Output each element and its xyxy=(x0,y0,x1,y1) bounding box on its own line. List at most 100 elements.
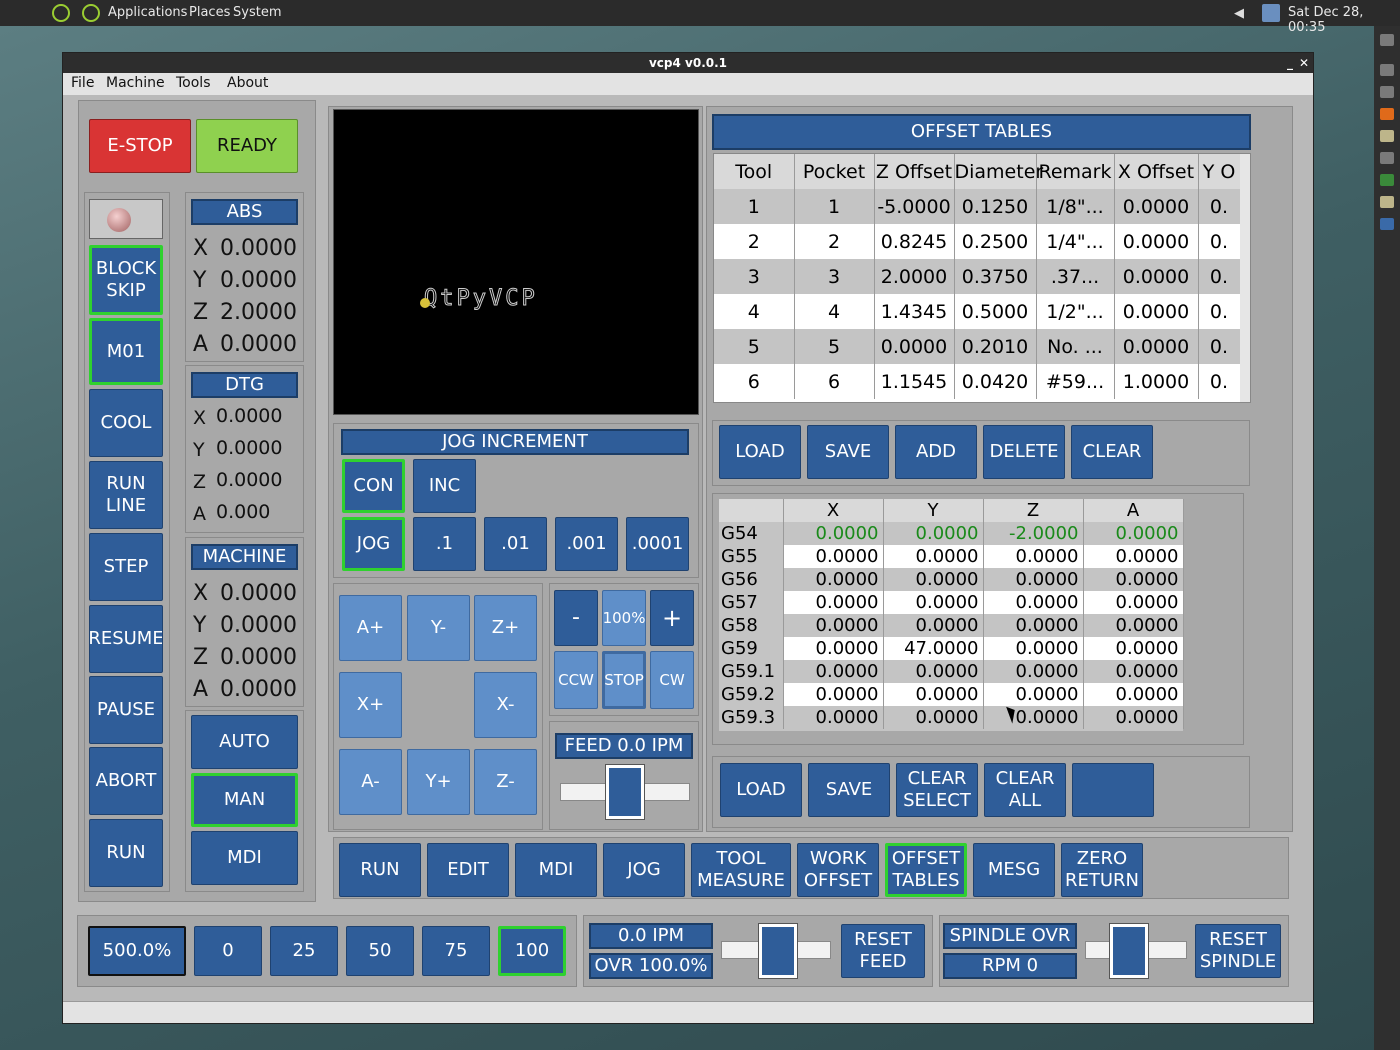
offset-clear-select-button[interactable]: CLEAR SELECT xyxy=(896,763,978,817)
work-offset-cell[interactable]: 0.0000 xyxy=(983,545,1084,568)
work-offset-row[interactable]: G59 0.0000 47.0000 0.0000 0.0000 xyxy=(719,637,1184,660)
jog-x-plus-button[interactable]: X+ xyxy=(339,672,402,738)
tab-jog[interactable]: JOG xyxy=(603,843,685,897)
work-offset-cell[interactable]: 0.0000 xyxy=(1083,683,1184,706)
tool-table-cell[interactable]: 1/4"... xyxy=(1036,224,1115,259)
m01-button[interactable]: M01 xyxy=(89,318,163,385)
tool-table-cell[interactable]: 0. xyxy=(1198,294,1241,329)
col-zoffset-header[interactable]: Z Offset xyxy=(874,154,955,189)
work-offset-cell[interactable]: 0.0000 xyxy=(1083,660,1184,683)
work-offset-cell[interactable]: 0.0000 xyxy=(983,568,1084,591)
jog-a-plus-button[interactable]: A+ xyxy=(339,595,402,661)
work-offset-cell[interactable]: 0.0000 xyxy=(783,706,884,729)
tool-table-cell[interactable]: 0.0000 xyxy=(874,329,955,364)
work-offset-cell[interactable]: 0.0000 xyxy=(1083,522,1184,545)
tab-run[interactable]: RUN xyxy=(339,843,421,897)
work-offset-cell[interactable]: 0.0000 xyxy=(883,683,984,706)
menu-file[interactable]: File xyxy=(71,75,94,91)
work-offset-cell[interactable]: 0.0000 xyxy=(1083,545,1184,568)
col-xoffset-header[interactable]: X Offset xyxy=(1114,154,1199,189)
tool-table-row[interactable]: 6 6 1.1545 0.0420 #59... 1.0000 0. xyxy=(714,364,1241,399)
work-offset-cell[interactable]: 0.0000 xyxy=(983,637,1084,660)
offset-blank-button[interactable] xyxy=(1072,763,1154,817)
offset-save-button[interactable]: SAVE xyxy=(808,763,890,817)
offset-col-x-header[interactable]: X xyxy=(783,499,884,522)
tool-table-cell[interactable]: 0.0420 xyxy=(954,364,1037,399)
tool-table-row[interactable]: 1 1 -5.0000 0.1250 1/8"... 0.0000 0. xyxy=(714,189,1241,224)
work-offset-row[interactable]: G59.2 0.0000 0.0000 0.0000 0.0000 xyxy=(719,683,1184,706)
work-offset-cell[interactable]: 0.0000 xyxy=(783,568,884,591)
work-offset-cell[interactable]: 0.0000 xyxy=(1083,591,1184,614)
tool-table-cell[interactable]: 0.1250 xyxy=(954,189,1037,224)
col-tool-header[interactable]: Tool xyxy=(714,154,795,189)
increment-0-001-button[interactable]: .001 xyxy=(555,517,618,571)
tool-table-cell[interactable]: 0. xyxy=(1198,189,1241,224)
jog-y-plus-button[interactable]: Y+ xyxy=(407,749,470,815)
work-offset-cell[interactable]: 0.0000 xyxy=(883,522,984,545)
work-offset-cell[interactable]: 0.0000 xyxy=(983,591,1084,614)
tool-table-cell[interactable]: 0.0000 xyxy=(1114,189,1199,224)
tool-table-cell[interactable]: 0.5000 xyxy=(954,294,1037,329)
pause-button[interactable]: PAUSE xyxy=(89,676,163,744)
jog-jog-button[interactable]: JOG xyxy=(342,517,405,571)
tool-table-row[interactable]: 4 4 1.4345 0.5000 1/2"... 0.0000 0. xyxy=(714,294,1241,329)
tool-table-cell[interactable]: 2 xyxy=(794,224,875,259)
tool-table-cell[interactable]: 0. xyxy=(1198,224,1241,259)
tool-table-cell[interactable]: -5.0000 xyxy=(874,189,955,224)
mode-mdi-button[interactable]: MDI xyxy=(191,831,298,885)
menu-machine[interactable]: Machine xyxy=(106,75,165,91)
tab-edit[interactable]: EDIT xyxy=(427,843,509,897)
tool-delete-button[interactable]: DELETE xyxy=(983,425,1065,479)
offset-clear-all-button[interactable]: CLEAR ALL xyxy=(984,763,1066,817)
tool-table-cell[interactable]: 6 xyxy=(794,364,875,399)
work-offset-row[interactable]: G59.1 0.0000 0.0000 0.0000 0.0000 xyxy=(719,660,1184,683)
tool-table-cell[interactable]: 0. xyxy=(1198,364,1241,399)
tool-table-cell[interactable]: 1/2"... xyxy=(1036,294,1115,329)
offset-col-a-header[interactable]: A xyxy=(1083,499,1184,522)
dock-app-icon[interactable] xyxy=(1380,218,1394,230)
tool-table-cell[interactable]: 0. xyxy=(1198,329,1241,364)
folder-icon[interactable] xyxy=(1380,130,1394,142)
work-offset-row[interactable]: G56 0.0000 0.0000 0.0000 0.0000 xyxy=(719,568,1184,591)
reset-feed-button[interactable]: RESET FEED xyxy=(841,924,925,978)
offset-col-y-header[interactable]: Y xyxy=(883,499,984,522)
close-icon[interactable]: ✕ xyxy=(1299,53,1309,73)
tool-load-button[interactable]: LOAD xyxy=(719,425,801,479)
menu-places[interactable]: Places xyxy=(189,5,230,20)
work-offset-cell[interactable]: 0.0000 xyxy=(883,614,984,637)
estop-button[interactable]: E-STOP xyxy=(89,119,191,173)
work-offset-row[interactable]: G58 0.0000 0.0000 0.0000 0.0000 xyxy=(719,614,1184,637)
menu-tools[interactable]: Tools xyxy=(176,75,211,91)
rapid-0-button[interactable]: 0 xyxy=(194,926,262,976)
increment-0-0001-button[interactable]: .0001 xyxy=(626,517,689,571)
tool-add-button[interactable]: ADD xyxy=(895,425,977,479)
jog-a-minus-button[interactable]: A- xyxy=(339,749,402,815)
dock-app-icon[interactable] xyxy=(1380,152,1394,164)
mode-man-button[interactable]: MAN xyxy=(191,773,298,827)
tool-table-cell[interactable]: 4 xyxy=(794,294,875,329)
folder-icon[interactable] xyxy=(1380,196,1394,208)
block-skip-button[interactable]: BLOCK SKIP xyxy=(89,245,163,315)
spindle-plus-button[interactable]: + xyxy=(650,590,694,646)
col-yoffset-header[interactable]: Y O xyxy=(1198,154,1241,189)
tool-table-cell[interactable]: .37... xyxy=(1036,259,1115,294)
ready-button[interactable]: READY xyxy=(196,119,298,173)
work-offset-cell[interactable]: 0.0000 xyxy=(1083,706,1184,729)
dock-app-icon[interactable] xyxy=(1380,34,1394,46)
spindle-minus-button[interactable]: - xyxy=(554,590,598,646)
work-offset-cell[interactable]: 0.0000 xyxy=(883,660,984,683)
abort-button[interactable]: ABORT xyxy=(89,747,163,815)
work-offset-cell[interactable]: 0.0000 xyxy=(983,660,1084,683)
spindle-stop-button[interactable]: STOP xyxy=(602,651,646,709)
tool-table-cell[interactable]: 0.0000 xyxy=(1114,259,1199,294)
volume-icon[interactable]: ◀ xyxy=(1234,6,1248,21)
jog-z-minus-button[interactable]: Z- xyxy=(474,749,537,815)
work-offset-cell[interactable]: 0.0000 xyxy=(983,683,1084,706)
work-offset-row[interactable]: G57 0.0000 0.0000 0.0000 0.0000 xyxy=(719,591,1184,614)
rapid-75-button[interactable]: 75 xyxy=(422,926,490,976)
tool-table-cell[interactable]: 1.0000 xyxy=(1114,364,1199,399)
run-line-button[interactable]: RUN LINE xyxy=(89,461,163,529)
jog-inc-button[interactable]: INC xyxy=(413,459,476,513)
tool-table-row[interactable]: 2 2 0.8245 0.2500 1/4"... 0.0000 0. xyxy=(714,224,1241,259)
tool-table-cell[interactable]: 0.8245 xyxy=(874,224,955,259)
